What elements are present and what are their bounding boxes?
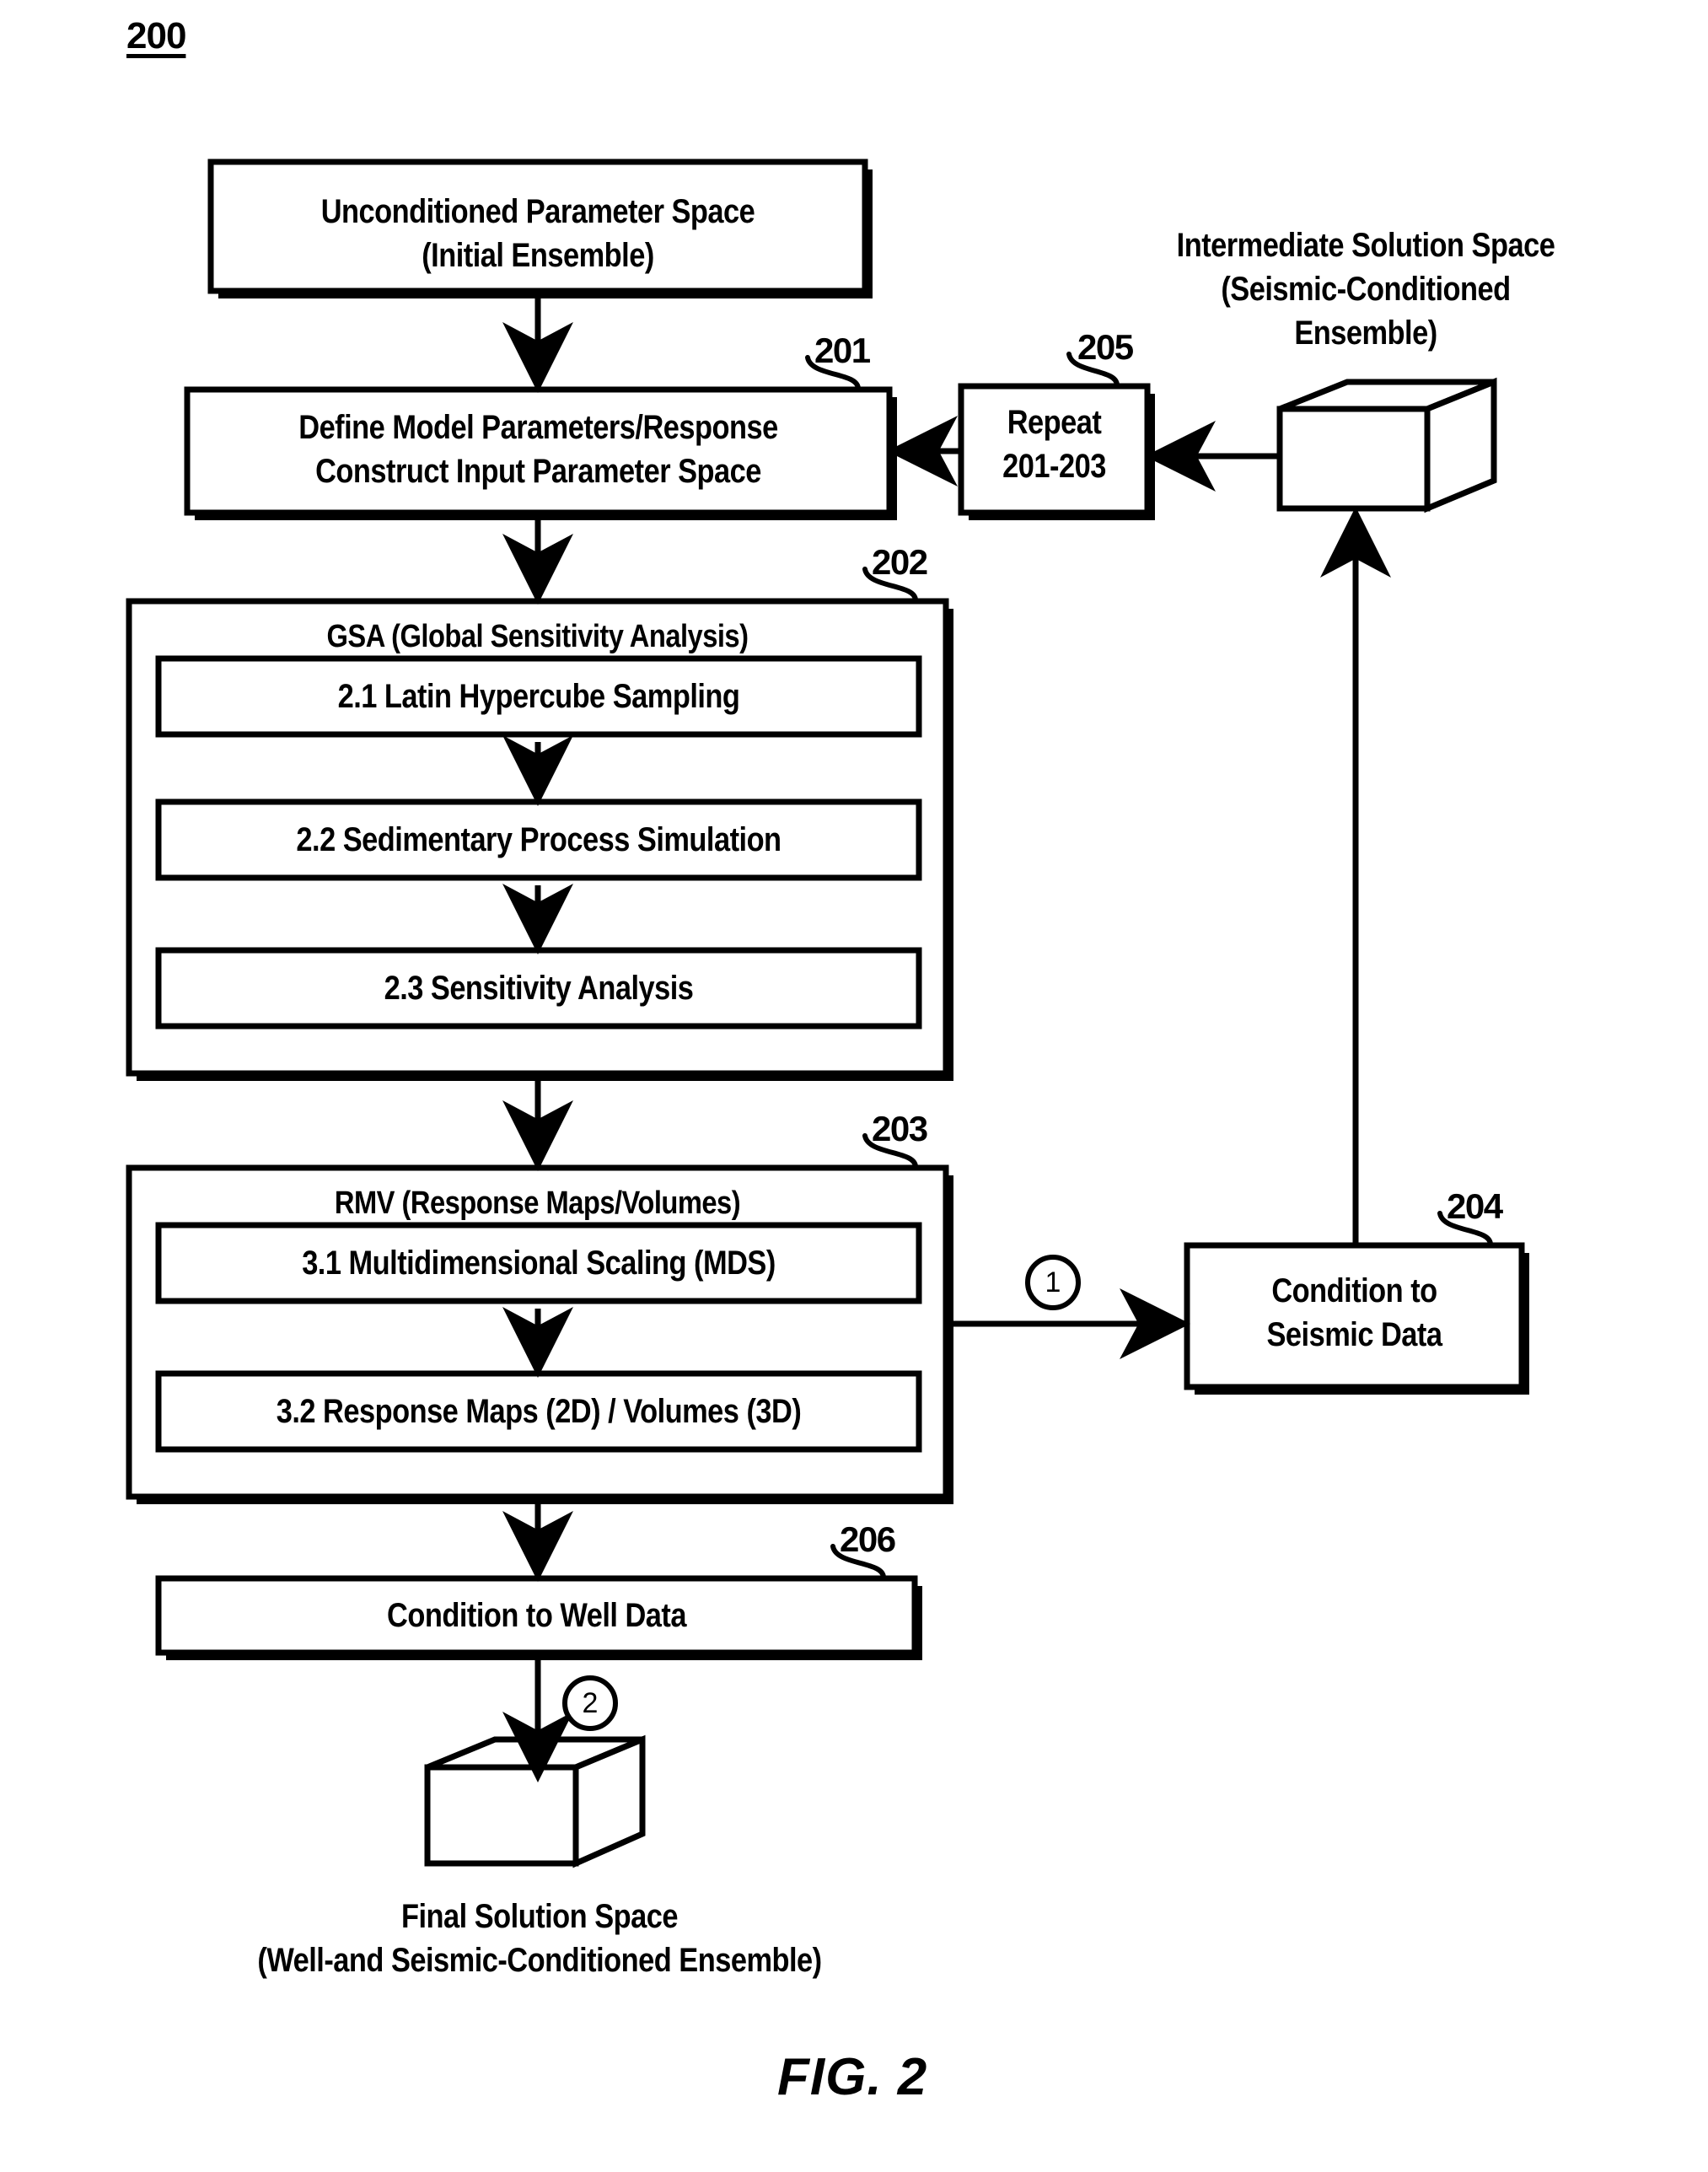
connector-marker-two-label: 2 bbox=[582, 1687, 599, 1719]
connector-marker-one-label: 1 bbox=[1045, 1266, 1061, 1298]
node-repeat-line2: 201-203 bbox=[1002, 448, 1106, 485]
intermediate-solution-line1: Intermediate Solution Space bbox=[1176, 227, 1555, 264]
node-define-model-line1: Define Model Parameters/Response bbox=[298, 409, 778, 446]
node-define-model-line2: Construct Input Parameter Space bbox=[315, 453, 761, 490]
intermediate-solution-line3: Ensemble) bbox=[1294, 315, 1437, 352]
reference-numeral-206: 206 bbox=[840, 1519, 896, 1559]
gsa-title: GSA (Global Sensitivity Analysis) bbox=[326, 619, 749, 654]
node-unconditioned-line1: Unconditioned Parameter Space bbox=[320, 193, 755, 230]
reference-numeral-205: 205 bbox=[1077, 327, 1134, 367]
gsa-step-2-label: 2.2 Sedimentary Process Simulation bbox=[296, 821, 781, 858]
gsa-step-3-label: 2.3 Sensitivity Analysis bbox=[384, 970, 694, 1007]
condition-well-label: Condition to Well Data bbox=[387, 1597, 686, 1634]
figure-number: 200 bbox=[126, 15, 186, 56]
intermediate-solution-cube bbox=[1276, 377, 1497, 513]
rmv-step-2-label: 3.2 Response Maps (2D) / Volumes (3D) bbox=[276, 1393, 802, 1430]
reference-numeral-204: 204 bbox=[1447, 1186, 1503, 1226]
node-repeat-line1: Repeat bbox=[1007, 404, 1102, 441]
rmv-title: RMV (Response Maps/Volumes) bbox=[334, 1185, 741, 1221]
gsa-step-1-label: 2.1 Latin Hypercube Sampling bbox=[337, 678, 740, 715]
reference-numeral-202: 202 bbox=[872, 542, 928, 582]
node-unconditioned-line2: (Initial Ensemble) bbox=[422, 237, 654, 274]
reference-numeral-201: 201 bbox=[814, 331, 871, 370]
final-solution-line2: (Well-and Seismic-Conditioned Ensemble) bbox=[257, 1942, 822, 1979]
condition-seismic-line1: Condition to bbox=[1271, 1272, 1437, 1309]
rmv-step-1-label: 3.1 Multidimensional Scaling (MDS) bbox=[302, 1245, 776, 1282]
condition-seismic-line2: Seismic Data bbox=[1266, 1316, 1442, 1353]
intermediate-solution-line2: (Seismic-Conditioned bbox=[1221, 271, 1511, 308]
final-solution-line1: Final Solution Space bbox=[400, 1898, 679, 1935]
patent-figure-canvas: 200 Unconditioned Parameter Space (Initi… bbox=[0, 0, 1708, 2172]
figure-caption: FIG. 2 bbox=[777, 2048, 928, 2106]
reference-numeral-203: 203 bbox=[872, 1109, 928, 1148]
